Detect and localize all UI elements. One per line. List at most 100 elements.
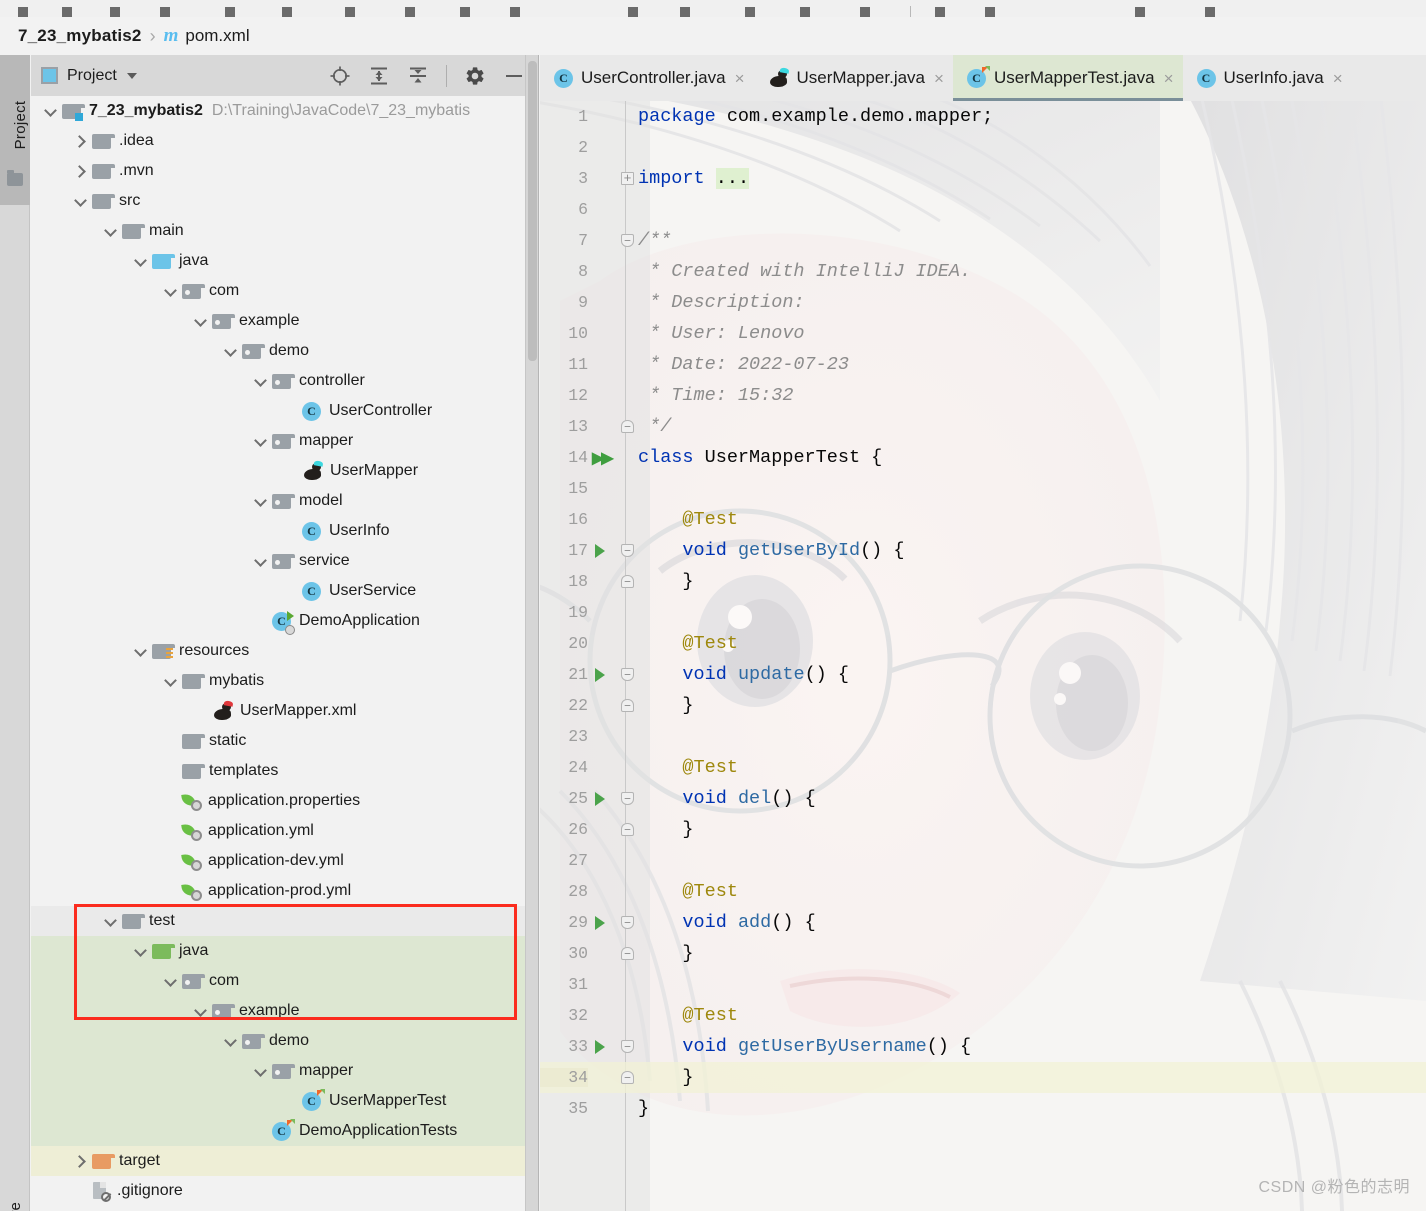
code-line[interactable]: 33 – void getUserByUsername() { xyxy=(540,1031,1426,1062)
collapse-fold-icon[interactable]: – xyxy=(621,234,634,247)
code-line[interactable]: 14 ▶▶ class UserMapperTest { xyxy=(540,442,1426,473)
structure-tool-label[interactable]: Structure xyxy=(0,1169,30,1211)
expand-all-icon[interactable] xyxy=(368,65,390,87)
tree-row[interactable]: static xyxy=(31,726,539,756)
close-icon[interactable]: × xyxy=(934,70,944,87)
code-line[interactable]: 30 – } xyxy=(540,938,1426,969)
code-line[interactable]: 34 – } xyxy=(540,1062,1426,1093)
run-test-icon[interactable] xyxy=(595,543,605,558)
main-toolbar-strip[interactable] xyxy=(0,0,1426,17)
tree-row[interactable]: .mvn xyxy=(31,156,539,186)
tree-row[interactable]: example xyxy=(31,306,539,336)
chevron-down-icon[interactable] xyxy=(255,556,266,567)
tree-row[interactable]: C DemoApplication xyxy=(31,606,539,636)
minimize-icon[interactable] xyxy=(503,65,525,87)
collapse-fold-icon[interactable]: – xyxy=(621,916,634,929)
code-line[interactable]: 2 xyxy=(540,132,1426,163)
tree-row[interactable]: com xyxy=(31,966,539,996)
breadcrumb-project[interactable]: 7_23_mybatis2 xyxy=(18,26,142,46)
gear-icon[interactable] xyxy=(464,65,486,87)
close-icon[interactable]: × xyxy=(735,70,745,87)
chevron-down-icon[interactable] xyxy=(105,226,116,237)
collapse-fold-icon[interactable]: – xyxy=(621,1040,634,1053)
chevron-down-icon[interactable] xyxy=(165,976,176,987)
editor-tab[interactable]: C UserInfo.java × xyxy=(1183,55,1352,101)
code-line[interactable]: 1 package com.example.demo.mapper; xyxy=(540,101,1426,132)
code-line[interactable]: 22 – } xyxy=(540,690,1426,721)
tree-row[interactable]: application-prod.yml xyxy=(31,876,539,906)
chevron-down-icon[interactable] xyxy=(165,676,176,687)
chevron-down-icon[interactable] xyxy=(225,346,236,357)
code-line[interactable]: 10 * User: Lenovo xyxy=(540,318,1426,349)
code-line[interactable]: 13 – */ xyxy=(540,411,1426,442)
tree-row[interactable]: java xyxy=(31,246,539,276)
chevron-down-icon[interactable] xyxy=(135,946,146,957)
tree-row[interactable]: C UserInfo xyxy=(31,516,539,546)
tree-row[interactable]: C DemoApplicationTests xyxy=(31,1116,539,1146)
close-icon[interactable]: × xyxy=(1333,70,1343,87)
tree-row[interactable]: C UserMapperTest xyxy=(31,1086,539,1116)
tree-row[interactable]: 7_23_mybatis2 D:\Training\JavaCode\7_23_m… xyxy=(31,96,539,126)
code-line[interactable]: 25 – void del() { xyxy=(540,783,1426,814)
chevron-down-icon[interactable] xyxy=(255,376,266,387)
chevron-down-icon[interactable] xyxy=(105,916,116,927)
tree-row[interactable]: C UserService xyxy=(31,576,539,606)
code-line[interactable]: 6 xyxy=(540,194,1426,225)
code-line[interactable]: 24 @Test xyxy=(540,752,1426,783)
run-test-icon[interactable] xyxy=(595,791,605,806)
tree-row[interactable]: application.properties xyxy=(31,786,539,816)
tree-row[interactable]: .gitignore xyxy=(31,1176,539,1206)
tree-row[interactable]: resources xyxy=(31,636,539,666)
code-line[interactable]: 12 * Time: 15:32 xyxy=(540,380,1426,411)
fold-end-icon[interactable]: – xyxy=(621,575,634,588)
code-lines[interactable]: 1 package com.example.demo.mapper; 2 3 + impo… xyxy=(540,101,1426,1124)
code-line[interactable]: 20 @Test xyxy=(540,628,1426,659)
chevron-down-icon[interactable] xyxy=(255,496,266,507)
chevron-down-icon[interactable] xyxy=(195,1006,206,1017)
editor-tab[interactable]: C UserMapperTest.java × xyxy=(952,55,1183,101)
chevron-down-icon[interactable] xyxy=(135,256,146,267)
code-line[interactable]: 21 – void update() { xyxy=(540,659,1426,690)
code-line[interactable]: 28 @Test xyxy=(540,876,1426,907)
chevron-down-icon[interactable] xyxy=(45,106,56,117)
tree-row[interactable]: main xyxy=(31,216,539,246)
fold-end-icon[interactable]: – xyxy=(621,1071,634,1084)
tree-row[interactable]: model xyxy=(31,486,539,516)
tree-row[interactable]: demo xyxy=(31,336,539,366)
chevron-down-icon[interactable] xyxy=(255,436,266,447)
code-line[interactable]: 18 – } xyxy=(540,566,1426,597)
code-line[interactable]: 23 xyxy=(540,721,1426,752)
collapse-fold-icon[interactable]: – xyxy=(621,668,634,681)
tree-row[interactable]: mapper xyxy=(31,426,539,456)
run-test-icon[interactable] xyxy=(595,667,605,682)
tree-row[interactable]: test xyxy=(31,906,539,936)
code-line[interactable]: 32 @Test xyxy=(540,1000,1426,1031)
chevron-down-icon[interactable] xyxy=(135,646,146,657)
collapse-all-icon[interactable] xyxy=(407,65,429,87)
tree-row[interactable]: application-dev.yml xyxy=(31,846,539,876)
panel-splitter[interactable] xyxy=(525,55,539,1211)
code-line[interactable]: 27 xyxy=(540,845,1426,876)
code-editor[interactable]: 1 package com.example.demo.mapper; 2 3 + impo… xyxy=(540,101,1426,1211)
code-line[interactable]: 7 –/** xyxy=(540,225,1426,256)
chevron-right-icon[interactable] xyxy=(75,166,86,177)
chevron-down-icon[interactable] xyxy=(165,286,176,297)
code-line[interactable]: 29 – void add() { xyxy=(540,907,1426,938)
code-line[interactable]: 31 xyxy=(540,969,1426,1000)
chevron-down-icon[interactable] xyxy=(75,196,86,207)
tree-row[interactable]: application.yml xyxy=(31,816,539,846)
fold-end-icon[interactable]: – xyxy=(621,699,634,712)
tree-row[interactable]: templates xyxy=(31,756,539,786)
tree-row[interactable]: java xyxy=(31,936,539,966)
tree-row[interactable]: C UserController xyxy=(31,396,539,426)
code-line[interactable]: 16 @Test xyxy=(540,504,1426,535)
chevron-down-icon[interactable] xyxy=(225,1036,236,1047)
collapse-fold-icon[interactable]: – xyxy=(621,544,634,557)
code-line[interactable]: 3 + import ... xyxy=(540,163,1426,194)
tree-row[interactable]: mapper xyxy=(31,1056,539,1086)
code-line[interactable]: 15 xyxy=(540,473,1426,504)
tree-row[interactable]: com xyxy=(31,276,539,306)
chevron-down-icon[interactable] xyxy=(255,1066,266,1077)
code-line[interactable]: 9 * Description: xyxy=(540,287,1426,318)
code-line[interactable]: 8 * Created with IntelliJ IDEA. xyxy=(540,256,1426,287)
